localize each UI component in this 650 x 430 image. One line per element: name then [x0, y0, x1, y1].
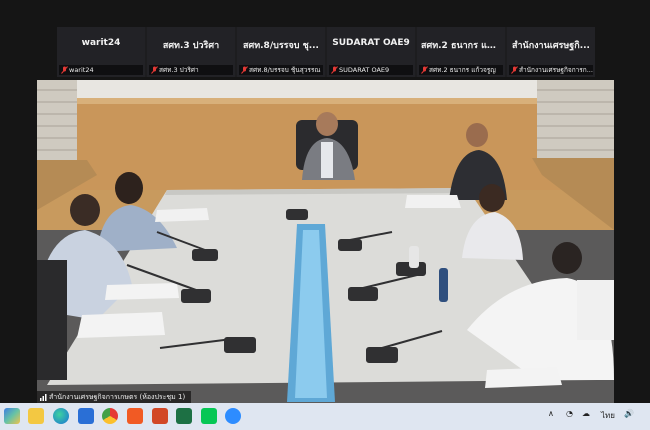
participant-tile[interactable]: สศท.8/บรรจบ ชุ... สศท.8/บรรจบ ชุ้นสุวรรณ: [237, 27, 325, 77]
participant-label: สศท.2 ธนากร แก้วจรูญ: [419, 65, 503, 75]
meeting-room-scene: [37, 80, 614, 403]
participant-tile[interactable]: สศท.2 ธนากร แก้... สศท.2 ธนากร แก้วจรูญ: [417, 27, 505, 77]
store-icon[interactable]: [78, 408, 94, 424]
participant-label: สศท.3 ปวริศา: [149, 65, 233, 75]
onedrive-icon[interactable]: ☁: [582, 409, 590, 418]
file-explorer-icon[interactable]: [28, 408, 44, 424]
audio-signal-icon: [40, 394, 47, 401]
participant-strip: warit24 warit24 สศท.3 ปวริศา สศท.3 ปวริศ…: [57, 27, 595, 77]
powerpoint-icon[interactable]: [152, 408, 168, 424]
muted-mic-icon: [511, 66, 518, 74]
participant-name: สศท.3 ปวริศา: [162, 41, 220, 51]
muted-mic-icon: [61, 66, 68, 74]
widgets-icon[interactable]: [4, 408, 20, 424]
participant-name: สำนักงานเศรษฐกิ...: [512, 41, 590, 51]
muted-mic-icon: [241, 66, 248, 74]
participant-name: warit24: [81, 38, 121, 48]
participant-label: สศท.8/บรรจบ ชุ้นสุวรรณ: [239, 65, 323, 75]
network-icon[interactable]: ◔: [566, 409, 573, 418]
participant-name: สศท.2 ธนากร แก้...: [421, 41, 503, 51]
muted-mic-icon: [151, 66, 158, 74]
line-icon[interactable]: [201, 408, 217, 424]
language-indicator[interactable]: ไทย: [601, 409, 615, 422]
participant-label: warit24: [59, 65, 143, 75]
zoom-icon[interactable]: [225, 408, 241, 424]
participant-label: สำนักงานเศรษฐกิจการก...: [509, 65, 593, 75]
windows-taskbar: ∧ ◔ ☁ ไทย 🔊: [0, 403, 650, 430]
participant-tile[interactable]: warit24 warit24: [57, 27, 145, 77]
volume-icon[interactable]: 🔊: [624, 409, 634, 418]
active-speaker-video[interactable]: สำนักงานเศรษฐกิจการเกษตร (ห้องประชุม 1): [37, 80, 614, 403]
brave-icon[interactable]: [127, 408, 143, 424]
muted-mic-icon: [331, 66, 338, 74]
participant-tile[interactable]: สำนักงานเศรษฐกิ... สำนักงานเศรษฐกิจการก.…: [507, 27, 595, 77]
excel-icon[interactable]: [176, 408, 192, 424]
edge-icon[interactable]: [53, 408, 69, 424]
muted-mic-icon: [421, 66, 428, 74]
chrome-icon[interactable]: [102, 408, 118, 424]
chevron-up-icon[interactable]: ∧: [548, 409, 554, 418]
participant-name: SUDARAT OAE9: [332, 38, 410, 48]
participant-tile[interactable]: สศท.3 ปวริศา สศท.3 ปวริศา: [147, 27, 235, 77]
participant-label: SUDARAT OAE9: [329, 65, 413, 75]
participant-name: สศท.8/บรรจบ ชุ...: [243, 41, 319, 51]
active-speaker-label: สำนักงานเศรษฐกิจการเกษตร (ห้องประชุม 1): [37, 391, 192, 403]
participant-tile[interactable]: SUDARAT OAE9 SUDARAT OAE9: [327, 27, 415, 77]
